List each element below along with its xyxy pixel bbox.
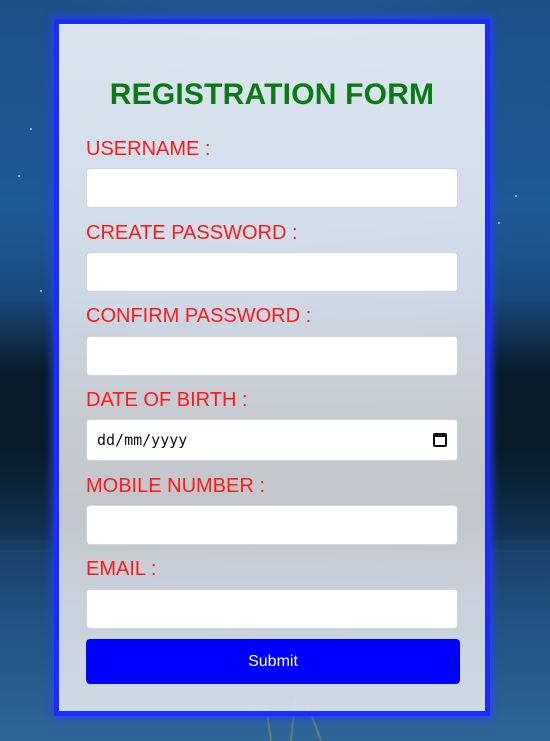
registration-form-panel: REGISTRATION FORM USERNAME : CREATE PASS… (54, 19, 490, 716)
email-label: EMAIL : (86, 558, 157, 580)
date-of-birth-input[interactable]: dd/mm/yyyy (86, 419, 458, 461)
mobile-number-label: MOBILE NUMBER : (86, 475, 265, 497)
confirm-password-input[interactable] (86, 336, 458, 376)
username-label: USERNAME : (86, 138, 211, 160)
username-input[interactable] (86, 168, 458, 208)
date-of-birth-label: DATE OF BIRTH : (86, 389, 248, 411)
form-title: REGISTRATION FORM (109, 78, 435, 111)
submit-button[interactable]: Submit (86, 639, 460, 684)
confirm-password-label: CONFIRM PASSWORD : (86, 305, 312, 327)
create-password-input[interactable] (86, 252, 458, 292)
email-input[interactable] (86, 589, 458, 629)
mobile-number-input[interactable] (86, 505, 458, 545)
create-password-label: CREATE PASSWORD : (86, 222, 298, 244)
calendar-icon[interactable] (433, 433, 447, 447)
date-of-birth-value: dd/mm/yyyy (97, 431, 188, 449)
